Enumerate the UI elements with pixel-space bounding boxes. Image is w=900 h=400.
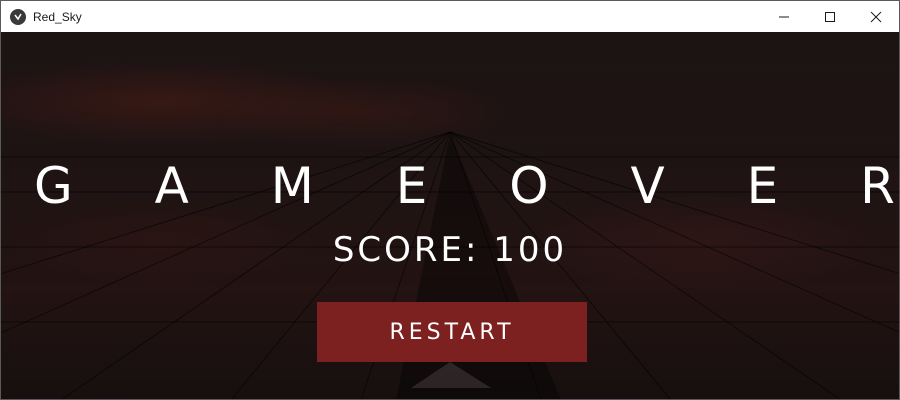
score-label: SCORE: 100 [332, 230, 568, 270]
title-bar[interactable]: Red_Sky [1, 1, 899, 32]
game-over-overlay: G A M E O V E R SCORE: 100 RESTART [1, 32, 899, 399]
maximize-icon [825, 11, 835, 22]
minimize-button[interactable] [761, 1, 807, 32]
close-icon [870, 11, 882, 22]
game-over-title: G A M E O V E R [34, 157, 899, 215]
close-button[interactable] [853, 1, 899, 32]
minimize-icon [779, 16, 789, 17]
app-window: Red_Sky G A M E O V E R SCORE: 100 RESTA… [0, 0, 900, 400]
restart-button[interactable]: RESTART [317, 302, 587, 362]
maximize-button[interactable] [807, 1, 853, 32]
app-icon [10, 8, 26, 25]
game-viewport[interactable]: G A M E O V E R SCORE: 100 RESTART [1, 32, 899, 399]
window-controls [761, 1, 899, 32]
window-title: Red_Sky [33, 9, 82, 24]
